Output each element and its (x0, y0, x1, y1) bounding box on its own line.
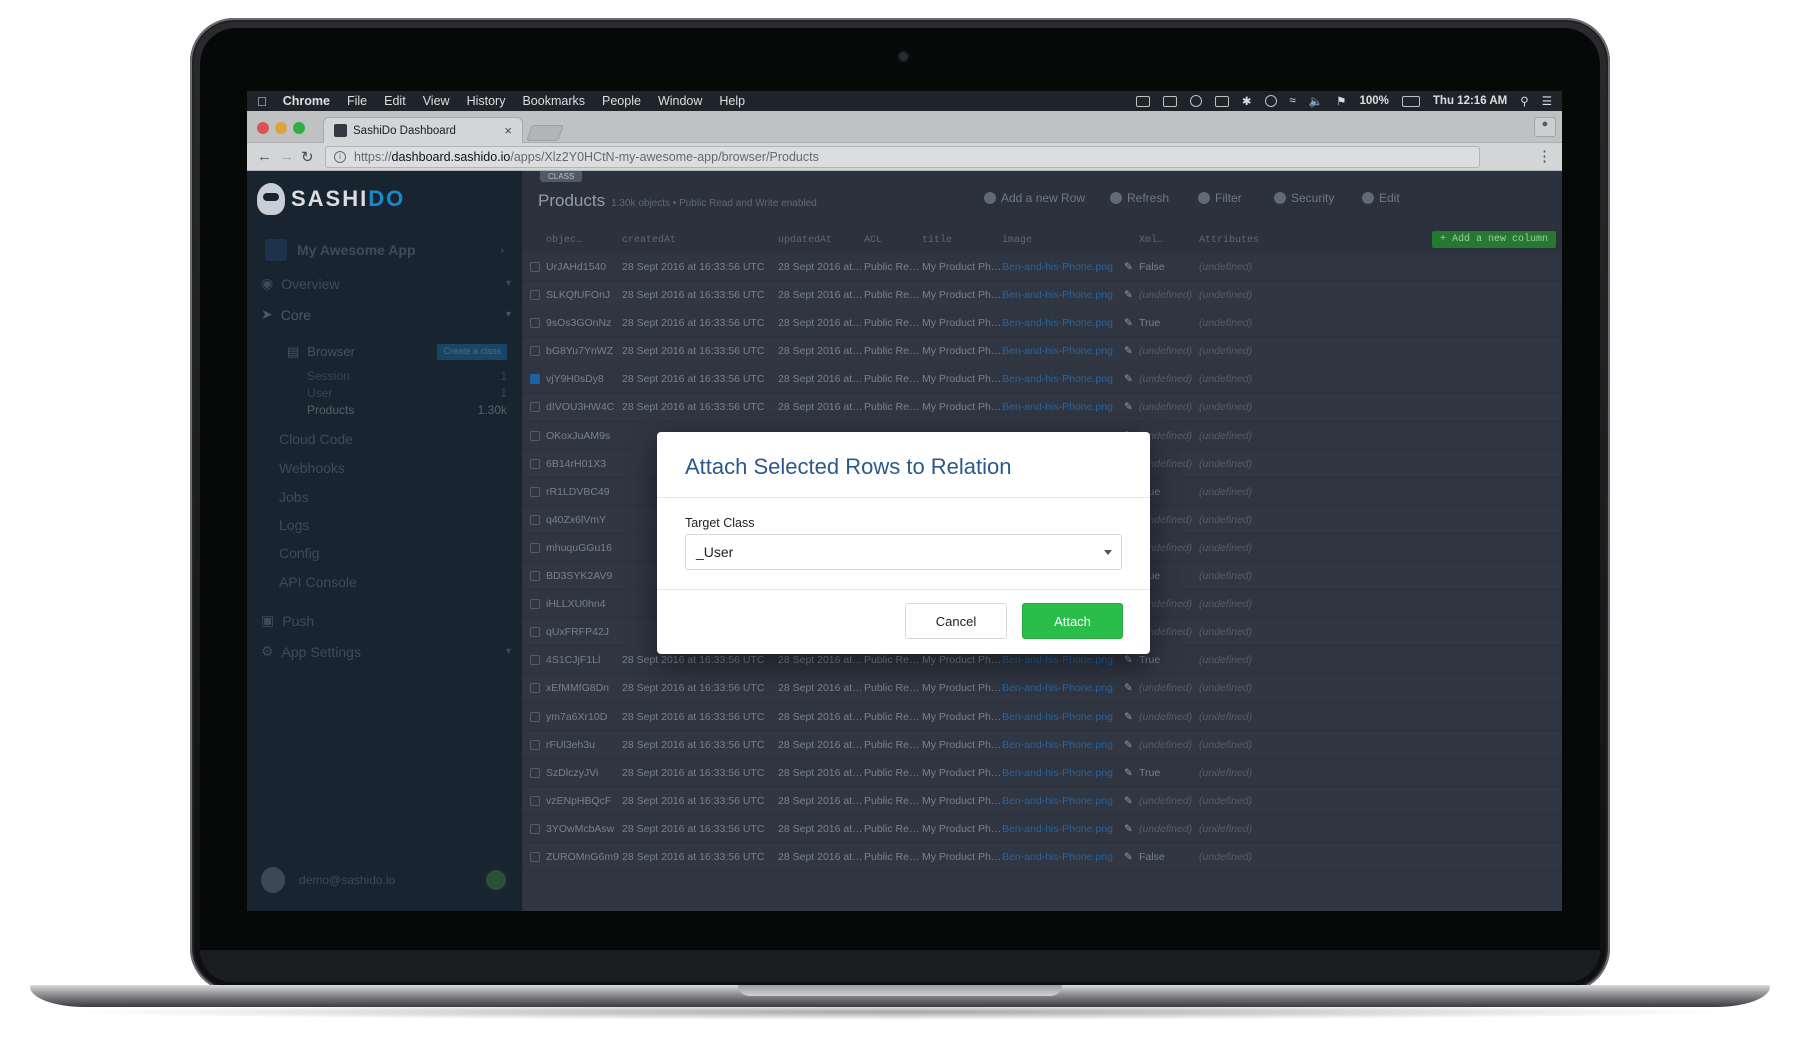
attach-relation-dialog: Attach Selected Rows to Relation Target … (657, 432, 1150, 654)
dialog-title: Attach Selected Rows to Relation (657, 432, 1150, 498)
target-class-label: Target Class (685, 516, 755, 530)
chevron-down-icon (1104, 550, 1112, 555)
screen:  Chrome File Edit View History Bookmark… (247, 91, 1562, 911)
target-class-select[interactable]: _User (685, 534, 1122, 570)
laptop-chin (200, 950, 1600, 982)
attach-button[interactable]: Attach (1022, 603, 1123, 639)
dialog-body: Target Class _User (657, 498, 1150, 590)
laptop-notch (738, 985, 1062, 996)
dialog-footer: Cancel Attach (657, 590, 1150, 654)
selected-value: _User (696, 544, 734, 560)
camera-icon (899, 52, 908, 61)
cancel-button[interactable]: Cancel (905, 603, 1007, 639)
laptop-photo:  Chrome File Edit View History Bookmark… (0, 0, 1800, 1040)
